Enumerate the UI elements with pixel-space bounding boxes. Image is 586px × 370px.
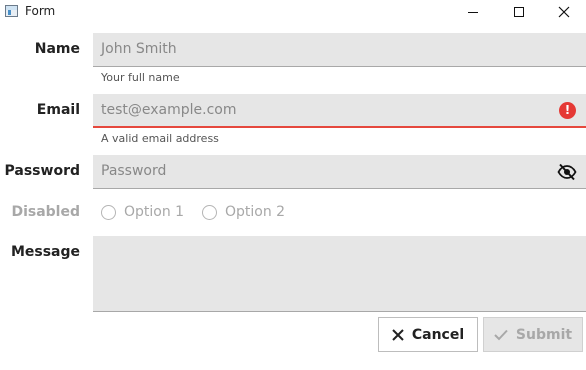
app-icon — [5, 5, 18, 17]
disabled-label: Disabled — [11, 204, 80, 220]
error-icon: ! — [559, 102, 576, 119]
window-title: Form — [25, 4, 56, 18]
email-placeholder: test@example.com — [101, 102, 237, 118]
radio-option-1[interactable]: Option 1 — [101, 204, 184, 220]
email-label: Email — [36, 102, 80, 118]
radio-circle-icon — [202, 204, 217, 220]
close-button[interactable] — [541, 0, 586, 24]
x-icon — [392, 328, 404, 341]
eye-slash-icon[interactable] — [557, 163, 577, 181]
radio-option-2-label: Option 2 — [225, 204, 286, 220]
name-value: John Smith — [101, 41, 177, 57]
minimize-icon — [468, 12, 478, 13]
minimize-button[interactable] — [450, 0, 496, 24]
message-label: Message — [10, 244, 80, 260]
title-bar: Form — [0, 0, 586, 24]
maximize-icon — [514, 7, 524, 17]
radio-option-1-label: Option 1 — [124, 204, 185, 220]
name-input[interactable]: John Smith — [93, 33, 586, 67]
close-icon — [558, 6, 570, 18]
name-help-text: Your full name — [101, 71, 180, 84]
submit-button-label: Submit — [515, 326, 573, 343]
name-label: Name — [34, 41, 80, 57]
checkmark-icon — [494, 329, 508, 340]
password-input[interactable]: Password — [93, 155, 586, 189]
email-input[interactable]: test@example.com ! — [93, 94, 586, 128]
maximize-button[interactable] — [496, 0, 542, 24]
password-placeholder: Password — [101, 163, 167, 179]
submit-button[interactable]: Submit — [483, 317, 583, 352]
cancel-button-label: Cancel — [411, 326, 465, 343]
cancel-button[interactable]: Cancel — [378, 317, 478, 352]
radio-option-2[interactable]: Option 2 — [202, 204, 285, 220]
password-label: Password — [4, 163, 80, 179]
message-textarea[interactable] — [93, 236, 586, 312]
email-help-text: A valid email address — [101, 132, 219, 145]
radio-circle-icon — [101, 204, 116, 220]
